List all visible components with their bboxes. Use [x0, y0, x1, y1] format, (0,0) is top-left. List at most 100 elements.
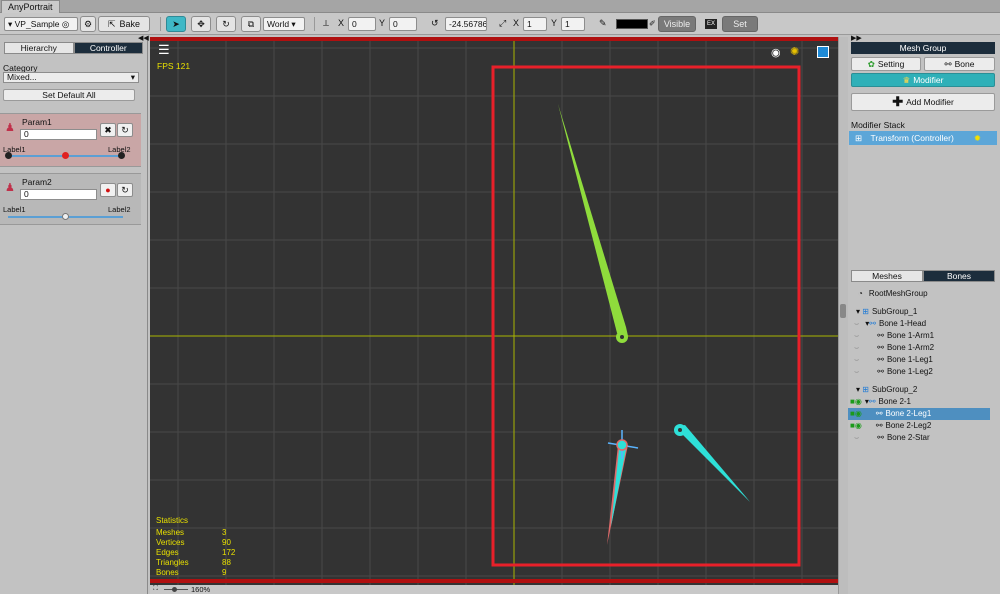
scale-y-input[interactable]: 1 [561, 17, 585, 31]
tree-row-bone[interactable]: ⌣ ▾⚯ Bone 1-Head [848, 318, 990, 330]
pos-x-input[interactable]: 0 [348, 17, 376, 31]
visibility-icon[interactable]: ⌣ [854, 433, 859, 442]
target-picker-icon: ◎ [59, 19, 70, 29]
separator [160, 17, 161, 31]
tree-row-bone[interactable]: ⌣ ⚯ Bone 1-Leg2 [848, 366, 990, 378]
title-strip [0, 0, 1000, 13]
tree-row-bone[interactable]: ■◉ ▾⚯ Bone 2-1 [848, 396, 990, 408]
cyan-mesh[interactable] [675, 425, 750, 502]
rotation-input[interactable]: -24.56786 [445, 17, 487, 31]
set-button[interactable]: Set [722, 16, 758, 32]
visibility-icon[interactable]: ⌣ [854, 355, 859, 364]
modifier-button[interactable]: ♛ Modifier [851, 73, 995, 87]
selection-box[interactable] [491, 65, 801, 567]
param-slider-thumb[interactable] [62, 213, 69, 220]
stat-value: 9 [222, 568, 227, 577]
window-tab[interactable]: AnyPortrait [1, 0, 60, 13]
eyedropper-icon[interactable]: ✐ [649, 19, 657, 29]
cursor-icon: ➤ [172, 18, 180, 29]
rotate-tool-button[interactable]: ↻ [216, 16, 236, 32]
tree-row-group[interactable]: ▾ ⊞ SubGroup_1 [848, 306, 990, 318]
reset-button[interactable]: ↻ [117, 123, 133, 137]
bake-button[interactable]: ⇱ Bake [98, 16, 150, 32]
bone-icon: ⚯ [877, 343, 884, 352]
scene-viewport[interactable]: ☰ FPS 121 ◉ ✺ Statistics Meshes 3 Vertice… [150, 37, 838, 585]
space-select[interactable]: World ▾ [263, 17, 305, 31]
set-label: Set [733, 19, 747, 29]
reset-button[interactable]: ↻ [117, 183, 133, 197]
move-tool-button[interactable]: ✥ [191, 16, 211, 32]
tree-row-bone[interactable]: ⌣ ⚯ Bone 1-Arm1 [848, 330, 990, 342]
bone-icon: ⚯ [944, 58, 952, 69]
collapse-right-icon[interactable]: ▶▶ [851, 34, 862, 42]
tree-label: Bone 2-1 [878, 397, 911, 406]
category-select[interactable]: Mixed... ▾ [3, 72, 139, 83]
selected-bone-joint[interactable] [616, 439, 628, 451]
fps-counter: FPS 121 [157, 61, 191, 71]
left-panel: ◀◀ Hierarchy Controller Category Mixed..… [0, 34, 149, 594]
visibility-icon[interactable]: ⌣ [854, 343, 859, 352]
add-modifier-button[interactable]: ✚ Add Modifier [851, 93, 995, 111]
gear-icon: ⚙ [83, 18, 93, 29]
extra-icon[interactable]: EX [705, 19, 717, 29]
layer-icon[interactable] [817, 46, 829, 58]
visibility-icon[interactable]: ⌣ [854, 367, 859, 376]
stat-label: Edges [156, 548, 179, 557]
green-mesh[interactable] [558, 104, 628, 336]
eye-toggle-icon[interactable]: ◉ [771, 46, 781, 59]
tree-row-bone-selected[interactable]: ■◉ ⚯ Bone 2-Leg1 [848, 408, 990, 420]
target-selector[interactable]: ▾ VP_Sample ◎ [4, 17, 78, 31]
viewport-scrollbar[interactable] [838, 37, 848, 594]
tree-row-root[interactable]: ◔ RootMeshGroup [848, 288, 990, 300]
collapse-left-icon[interactable]: ◀◀ [138, 34, 149, 42]
visibility-icon[interactable]: ⌣ [854, 331, 859, 340]
stat-value: 3 [222, 528, 227, 537]
scale-icon: ⤢ [499, 18, 507, 28]
tree-row-bone[interactable]: ⌣ ⚯ Bone 2-Star [848, 432, 990, 444]
bone-visibility-icon[interactable]: ✺ [790, 45, 799, 58]
stat-label: Meshes [156, 528, 185, 537]
reset-icon: ↻ [121, 185, 129, 195]
visibility-on-icon[interactable]: ■◉ [850, 397, 862, 406]
visible-button[interactable]: Visible [658, 16, 696, 32]
scale-x-input[interactable]: 1 [523, 17, 547, 31]
menu-icon[interactable]: ☰ [158, 43, 172, 56]
visibility-on-icon[interactable]: ■◉ [850, 409, 862, 418]
param-value-input[interactable]: 0 [20, 129, 97, 140]
tree-row-group[interactable]: ▾ ⊞ SubGroup_2 [848, 384, 990, 396]
pos-y-input[interactable]: 0 [389, 17, 417, 31]
scrollbar-thumb[interactable] [840, 304, 846, 318]
fit-icon[interactable]: ⛶ [153, 585, 158, 593]
param-card-2: ♟ Param2 0 ● ↻ Label1 Label2 [0, 173, 141, 225]
visibility-on-icon[interactable]: ■◉ [850, 421, 862, 430]
bone-icon: ⚯ [877, 433, 884, 442]
tab-bones[interactable]: Bones [923, 270, 995, 282]
visibility-icon[interactable]: ⌣ [854, 319, 859, 328]
gear-button[interactable]: ⚙ [80, 16, 96, 32]
stat-label: Bones [156, 568, 179, 577]
tab-hierarchy[interactable]: Hierarchy [4, 42, 74, 54]
bone-icon: ⚯ [877, 331, 884, 340]
color-swatch[interactable] [616, 19, 648, 29]
record-key-button[interactable]: ● [100, 183, 116, 197]
select-tool-button[interactable]: ➤ [166, 16, 186, 32]
tab-controller[interactable]: Controller [73, 42, 143, 54]
stat-label: Triangles [156, 558, 189, 567]
set-default-all-button[interactable]: Set Default All [3, 89, 135, 101]
tree-row-bone[interactable]: ⌣ ⚯ Bone 1-Arm2 [848, 342, 990, 354]
tab-meshes[interactable]: Meshes [851, 270, 923, 282]
zoom-slider-thumb[interactable] [172, 587, 177, 592]
setting-button[interactable]: ✿ Setting [851, 57, 921, 71]
scale-tool-button[interactable]: ⧉ [241, 16, 261, 32]
bone-icon: ⚯ [877, 367, 884, 376]
tree-row-bone[interactable]: ⌣ ⚯ Bone 1-Leg1 [848, 354, 990, 366]
param-slider-thumb[interactable] [62, 152, 69, 159]
bone-button[interactable]: ⚯ Bone [924, 57, 995, 71]
lightbulb-icon[interactable]: ✹ [974, 131, 981, 145]
tree-row-bone[interactable]: ■◉ ⚯ Bone 2-Leg2 [848, 420, 990, 432]
param-value-input[interactable]: 0 [20, 189, 97, 200]
remove-key-button[interactable]: ✖ [100, 123, 116, 137]
stat-row: Bones 9 [156, 568, 256, 578]
target-name: VP_Sample [14, 19, 60, 29]
modifier-stack-item[interactable]: ⊞ Transform (Controller) ✹ [849, 131, 997, 145]
